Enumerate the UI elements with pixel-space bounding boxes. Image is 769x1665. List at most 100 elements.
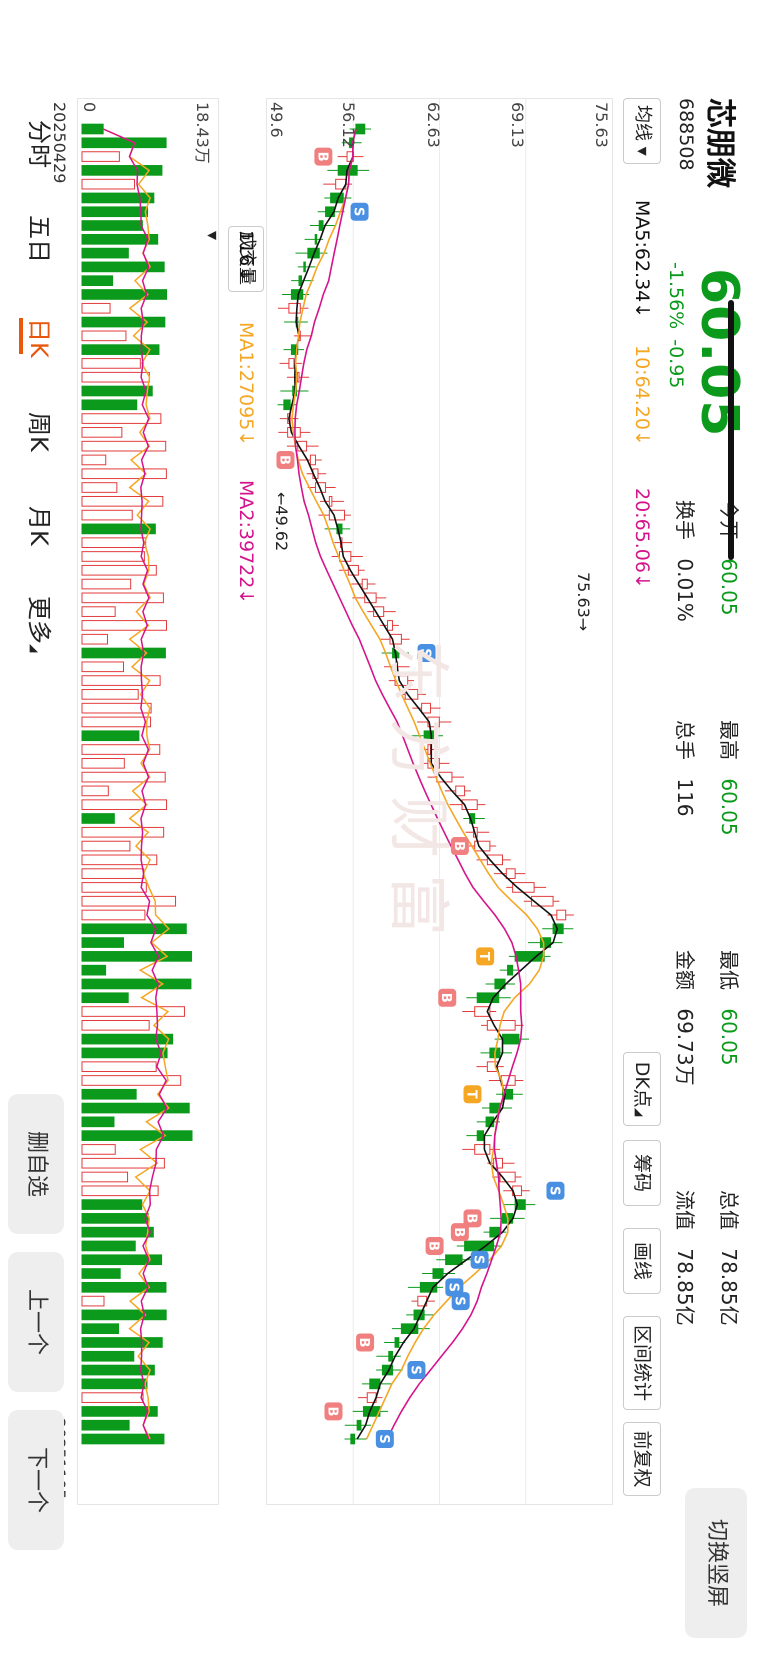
volume-bar <box>81 1061 157 1073</box>
volume-ma2: MA2:39722↓ <box>235 480 257 605</box>
candle <box>505 868 516 879</box>
volume-bar <box>81 440 167 452</box>
volume-bar <box>81 261 165 273</box>
tab-monthly-k[interactable]: 月K <box>24 506 59 546</box>
signal-marker[interactable]: T <box>476 947 495 966</box>
signal-marker[interactable]: T <box>464 1085 482 1104</box>
switch-portrait-button[interactable]: 切换竖屏 <box>685 1488 747 1638</box>
volume-bar <box>81 495 164 507</box>
previous-stock-button[interactable]: 上一个 <box>8 1252 64 1392</box>
signal-label: B <box>426 1241 441 1251</box>
volume-bar <box>81 1323 120 1335</box>
volume-bar <box>81 1268 121 1279</box>
volume-bar <box>81 923 187 935</box>
volume-bar <box>81 757 125 769</box>
candle <box>288 302 301 314</box>
draw-line-button[interactable]: 画线 <box>623 1228 661 1294</box>
signal-label: S <box>546 1186 561 1195</box>
volume-bar <box>81 895 177 907</box>
signal-marker[interactable]: B <box>324 1402 343 1421</box>
tab-weekly-k[interactable]: 周K <box>24 412 59 452</box>
signal-marker[interactable]: B <box>314 147 333 166</box>
next-stock-button[interactable]: 下一个 <box>8 1410 64 1550</box>
volume-bar <box>81 1019 150 1031</box>
signal-marker[interactable]: B <box>426 1236 444 1255</box>
volume-bar <box>81 689 139 700</box>
volume-bar <box>81 978 192 990</box>
tab-more[interactable]: 更多◢ <box>24 596 59 652</box>
volume-bar <box>81 578 132 590</box>
chips-button[interactable]: 筹码 <box>623 1140 661 1206</box>
volume-bar <box>81 371 150 383</box>
volume-bar <box>81 523 156 535</box>
volume-bar <box>81 123 104 135</box>
dropdown-icon: ▾ <box>632 146 653 156</box>
tab-daily-k[interactable]: 日K <box>24 318 59 358</box>
volume-bar <box>81 247 129 259</box>
volume-bar <box>81 302 111 314</box>
volume-bar <box>81 1102 190 1114</box>
signal-marker[interactable]: B <box>450 1223 469 1242</box>
candle <box>350 1433 356 1445</box>
signal-marker[interactable]: S <box>451 1292 470 1311</box>
signal-label: S <box>452 1296 467 1305</box>
candle <box>512 882 535 893</box>
corner-triangle-icon: ◢ <box>633 1107 646 1117</box>
ma5-value: MA5:62.34↓ <box>631 200 653 319</box>
volume-bar <box>81 330 127 342</box>
candle <box>309 454 316 466</box>
tab-intraday[interactable]: 分时 <box>24 120 59 168</box>
signal-marker[interactable]: S <box>471 1250 489 1269</box>
volume-bar <box>81 537 147 549</box>
signal-label: B <box>314 152 329 162</box>
volume-bar <box>81 151 120 162</box>
active-tab-underline <box>19 318 23 354</box>
volume-bar <box>81 178 136 190</box>
volume-bar <box>81 137 167 149</box>
volume-bar <box>81 1088 137 1100</box>
ma-selector[interactable]: 均线 ▾ <box>623 98 661 164</box>
stock-code: 688508 <box>675 98 697 171</box>
signal-marker[interactable]: S <box>546 1181 565 1200</box>
volume-bar <box>81 1047 168 1059</box>
adjust-button[interactable]: 前复权 <box>623 1422 661 1496</box>
volume-bar <box>81 399 138 411</box>
signal-marker[interactable]: B <box>276 450 295 469</box>
volume-bar <box>81 1309 167 1321</box>
current-price: 60.05 <box>689 268 749 438</box>
candle <box>356 1419 362 1431</box>
volume-bar <box>81 882 147 893</box>
volume-bar <box>81 826 165 838</box>
candle <box>361 578 368 590</box>
signal-label: S <box>445 1283 460 1292</box>
volume-bar <box>81 1033 174 1045</box>
candle <box>432 1268 444 1279</box>
signal-marker[interactable]: S <box>407 1361 426 1380</box>
signal-label: S <box>376 1434 391 1443</box>
volume-chart[interactable] <box>77 98 219 1505</box>
volume-bar <box>81 1171 129 1183</box>
remove-watchlist-button[interactable]: 删自选 <box>8 1094 64 1234</box>
tab-five-day[interactable]: 五日 <box>24 215 59 263</box>
signal-label: B <box>464 1213 479 1223</box>
range-stats-button[interactable]: 区间统计 <box>623 1316 661 1410</box>
signal-marker[interactable]: B <box>438 988 457 1007</box>
candle <box>298 275 303 287</box>
candle <box>419 1281 438 1293</box>
dk-point-button[interactable]: DK点◢ <box>623 1052 661 1126</box>
volume-bar <box>81 206 149 218</box>
signal-marker[interactable]: S <box>351 202 369 221</box>
volume-bar <box>81 716 152 728</box>
volume-bar <box>81 592 164 604</box>
volume-bar <box>81 1350 135 1362</box>
volume-bar <box>81 647 166 659</box>
volume-bar <box>81 275 114 287</box>
signal-marker[interactable]: B <box>356 1333 375 1352</box>
candle <box>318 220 324 231</box>
volume-bar <box>81 1419 130 1431</box>
signal-label: B <box>451 1227 466 1237</box>
volume-bar <box>81 675 161 686</box>
stat-amount: 金额 69.73万 <box>673 950 697 1086</box>
signal-marker[interactable]: S <box>375 1430 394 1448</box>
candle <box>288 358 295 369</box>
